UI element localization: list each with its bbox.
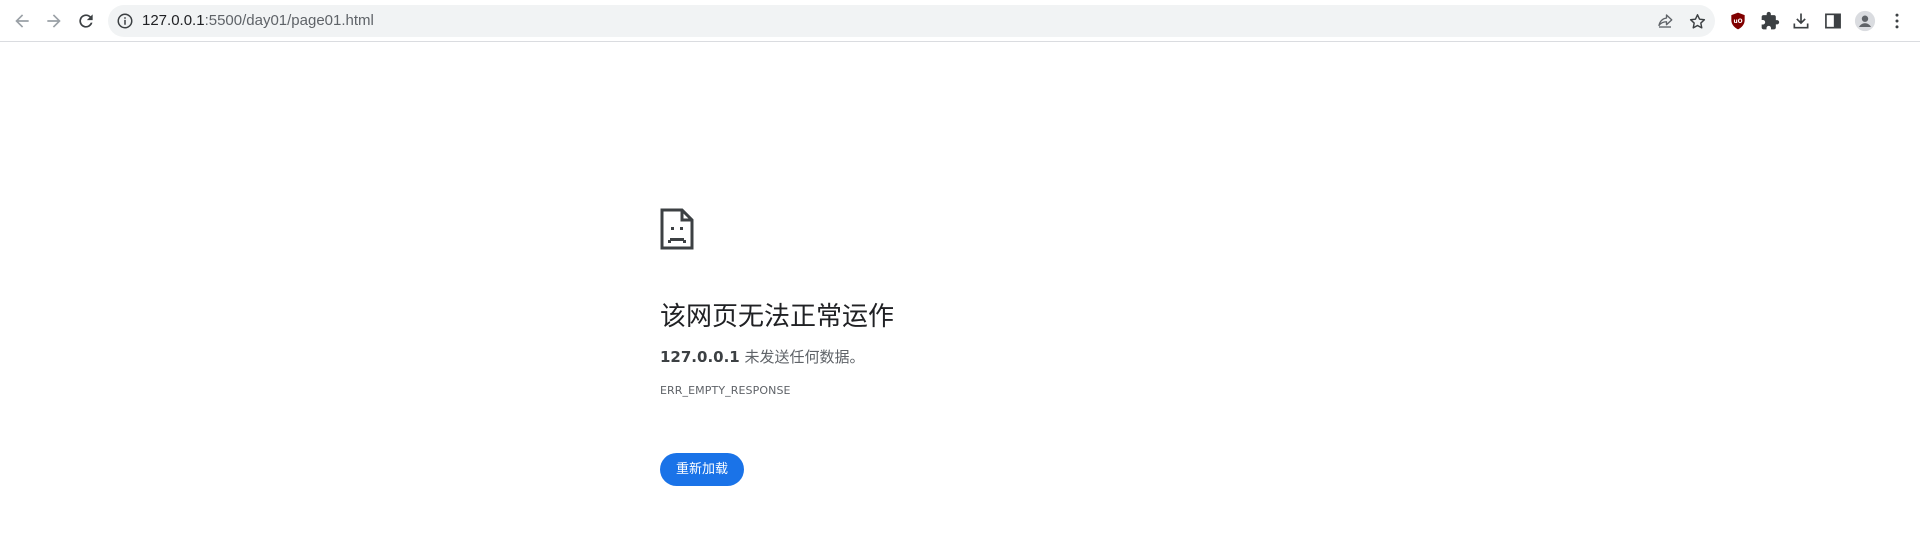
ublock-extension-button[interactable]: uO xyxy=(1726,9,1750,33)
error-host: 127.0.0.1 xyxy=(660,348,740,366)
share-icon xyxy=(1658,14,1673,28)
browser-toolbar: 127.0.0.1:5500/day01/page01.html uO xyxy=(0,0,1920,42)
ublock-origin-icon: uO xyxy=(1731,12,1745,30)
kebab-menu-icon xyxy=(1895,13,1899,29)
puzzle-icon xyxy=(1761,11,1780,30)
profile-button[interactable] xyxy=(1853,9,1877,33)
back-button[interactable] xyxy=(6,5,38,37)
browser-menu-button[interactable] xyxy=(1885,9,1909,33)
reload-icon xyxy=(79,14,93,28)
forward-button[interactable] xyxy=(38,5,70,37)
error-title: 该网页无法正常运作 xyxy=(660,302,895,332)
reload-page-button[interactable]: 重新加载 xyxy=(660,453,745,486)
star-icon xyxy=(1689,13,1705,29)
url-path: :5500/day01/page01.html xyxy=(204,12,374,29)
side-panel-button[interactable] xyxy=(1821,9,1845,33)
downloads-button[interactable] xyxy=(1789,9,1813,33)
info-icon[interactable] xyxy=(116,12,134,30)
url-host: 127.0.0.1 xyxy=(142,12,205,29)
profile-icon xyxy=(1854,10,1876,32)
extensions-button[interactable] xyxy=(1758,9,1782,33)
share-button[interactable] xyxy=(1655,11,1675,31)
sad-document-icon xyxy=(660,208,694,250)
error-description-text: 未发送任何数据。 xyxy=(739,348,865,366)
download-icon xyxy=(1793,13,1809,29)
reload-button[interactable] xyxy=(70,5,102,37)
url-text[interactable]: 127.0.0.1:5500/day01/page01.html xyxy=(142,5,374,37)
address-bar[interactable]: 127.0.0.1:5500/day01/page01.html xyxy=(108,5,1715,37)
error-description: 127.0.0.1 未发送任何数据。 xyxy=(660,346,865,367)
bookmark-button[interactable] xyxy=(1687,11,1707,31)
arrow-right-icon xyxy=(47,14,61,28)
ublock-badge: uO xyxy=(1733,19,1742,25)
error-code: ERR_EMPTY_RESPONSE xyxy=(660,384,791,397)
arrow-left-icon xyxy=(15,14,29,28)
side-panel-icon xyxy=(1825,13,1841,29)
